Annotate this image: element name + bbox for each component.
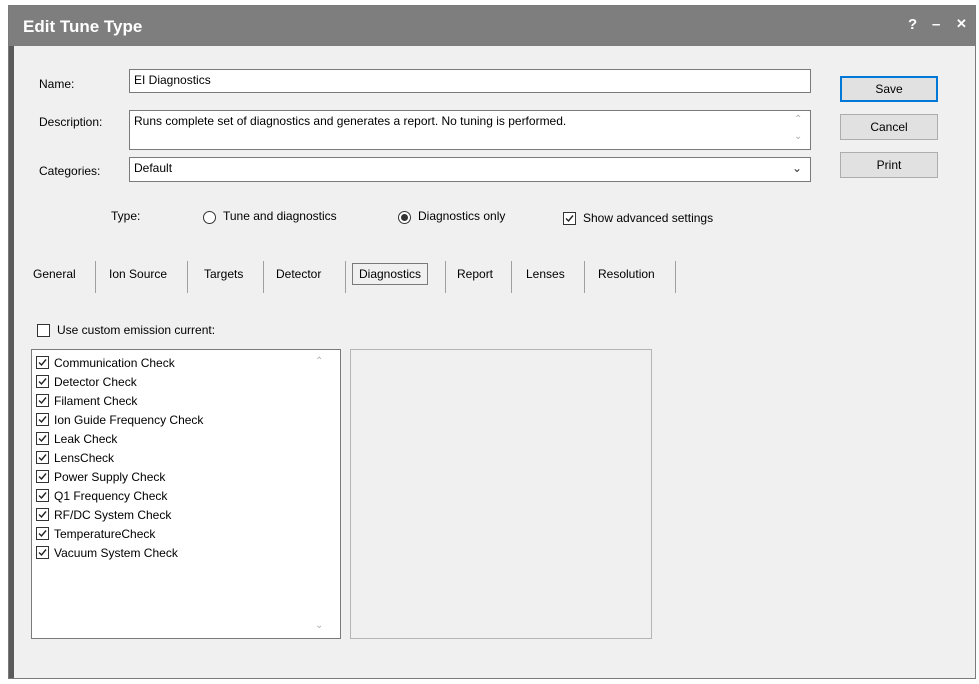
checkmark-icon xyxy=(38,530,47,538)
tab-targets[interactable]: Targets xyxy=(202,267,245,281)
check-item-checkbox[interactable] xyxy=(36,451,49,464)
edit-tune-type-dialog: Edit Tune Type ? – ✕ Name: EI Diagnostic… xyxy=(8,5,976,679)
check-item-checkbox[interactable] xyxy=(36,413,49,426)
show-advanced-label[interactable]: Show advanced settings xyxy=(583,211,713,225)
print-button[interactable]: Print xyxy=(840,152,938,178)
minimize-icon[interactable]: – xyxy=(932,16,940,33)
description-label: Description: xyxy=(39,115,103,129)
check-item-label: RF/DC System Check xyxy=(54,508,172,522)
diagnostics-detail-panel xyxy=(350,349,652,639)
checkmark-icon xyxy=(38,397,47,405)
tab-separator xyxy=(675,261,676,293)
check-item-label: Vacuum System Check xyxy=(54,546,178,560)
check-item-label: Q1 Frequency Check xyxy=(54,489,168,503)
chevron-down-icon: ⌄ xyxy=(792,161,803,175)
checkmark-icon xyxy=(38,492,47,500)
radio-tune-label[interactable]: Tune and diagnostics xyxy=(223,209,337,223)
categories-dropdown[interactable]: Default ⌄ xyxy=(129,157,811,182)
scroll-up-icon[interactable]: ⌃ xyxy=(794,114,802,125)
checkmark-icon xyxy=(38,454,47,462)
tab-general[interactable]: General xyxy=(31,267,78,281)
name-input[interactable]: EI Diagnostics xyxy=(129,69,811,93)
tab-lenses[interactable]: Lenses xyxy=(524,267,567,281)
dialog-title: Edit Tune Type xyxy=(23,17,143,36)
categories-selected: Default xyxy=(134,161,173,175)
tab-separator xyxy=(95,261,96,293)
tab-separator xyxy=(345,261,346,293)
name-label: Name: xyxy=(39,77,75,91)
checkmark-icon xyxy=(38,473,47,481)
check-item-checkbox[interactable] xyxy=(36,375,49,388)
cancel-button[interactable]: Cancel xyxy=(840,114,938,140)
radio-diagnostics-only[interactable] xyxy=(398,211,411,224)
custom-emission-checkbox[interactable] xyxy=(37,324,50,337)
help-icon[interactable]: ? xyxy=(908,16,917,33)
categories-label: Categories: xyxy=(39,164,101,178)
check-item-checkbox[interactable] xyxy=(36,546,49,559)
tab-separator xyxy=(187,261,188,293)
radio-selected-dot xyxy=(401,214,408,221)
check-item-checkbox[interactable] xyxy=(36,489,49,502)
radio-diag-label[interactable]: Diagnostics only xyxy=(418,209,505,223)
checkmark-icon xyxy=(38,435,47,443)
check-item-label: Ion Guide Frequency Check xyxy=(54,413,204,427)
tab-separator xyxy=(445,261,446,293)
check-item-label: LensCheck xyxy=(54,451,115,465)
checkmark-icon xyxy=(38,378,47,386)
tab-separator xyxy=(263,261,264,293)
scroll-down-icon[interactable]: ⌄ xyxy=(794,131,802,142)
tab-resolution[interactable]: Resolution xyxy=(596,267,657,281)
description-text: Runs complete set of diagnostics and gen… xyxy=(134,114,567,128)
radio-tune-and-diagnostics[interactable] xyxy=(203,211,216,224)
tab-separator xyxy=(511,261,512,293)
checkmark-icon xyxy=(38,511,47,519)
diagnostics-checklist[interactable]: Communication Check Detector Check Filamen… xyxy=(31,349,341,639)
checkmark-icon xyxy=(38,359,47,367)
type-label: Type: xyxy=(111,209,141,223)
tab-diagnostics[interactable]: Diagnostics xyxy=(352,263,429,285)
scroll-down-icon[interactable]: ⌄ xyxy=(315,620,323,631)
tab-detector[interactable]: Detector xyxy=(274,267,323,281)
close-icon[interactable]: ✕ xyxy=(956,16,967,32)
save-button[interactable]: Save xyxy=(840,76,938,102)
tab-separator xyxy=(584,261,585,293)
check-item-label: Filament Check xyxy=(54,394,138,408)
show-advanced-checkbox[interactable] xyxy=(563,212,576,225)
scroll-up-icon[interactable]: ⌃ xyxy=(315,356,323,367)
check-item-label: Power Supply Check xyxy=(54,470,166,484)
check-item-label: Communication Check xyxy=(54,356,175,370)
tab-ion-source[interactable]: Ion Source xyxy=(107,267,169,281)
check-item-checkbox[interactable] xyxy=(36,432,49,445)
check-item-label: Leak Check xyxy=(54,432,118,446)
tab-report[interactable]: Report xyxy=(455,267,495,281)
checkmark-icon xyxy=(38,549,47,557)
check-item-checkbox[interactable] xyxy=(36,527,49,540)
window-left-border xyxy=(9,6,14,678)
check-item-checkbox[interactable] xyxy=(36,394,49,407)
check-item-checkbox[interactable] xyxy=(36,470,49,483)
description-textarea[interactable]: Runs complete set of diagnostics and gen… xyxy=(129,110,811,150)
custom-emission-label[interactable]: Use custom emission current: xyxy=(57,323,215,337)
check-item-label: TemperatureCheck xyxy=(54,527,156,541)
check-item-checkbox[interactable] xyxy=(36,356,49,369)
check-item-label: Detector Check xyxy=(54,375,137,389)
check-item-checkbox[interactable] xyxy=(36,508,49,521)
title-bar: Edit Tune Type ? – ✕ xyxy=(9,6,975,46)
checkmark-icon xyxy=(565,215,574,223)
checkmark-icon xyxy=(38,416,47,424)
